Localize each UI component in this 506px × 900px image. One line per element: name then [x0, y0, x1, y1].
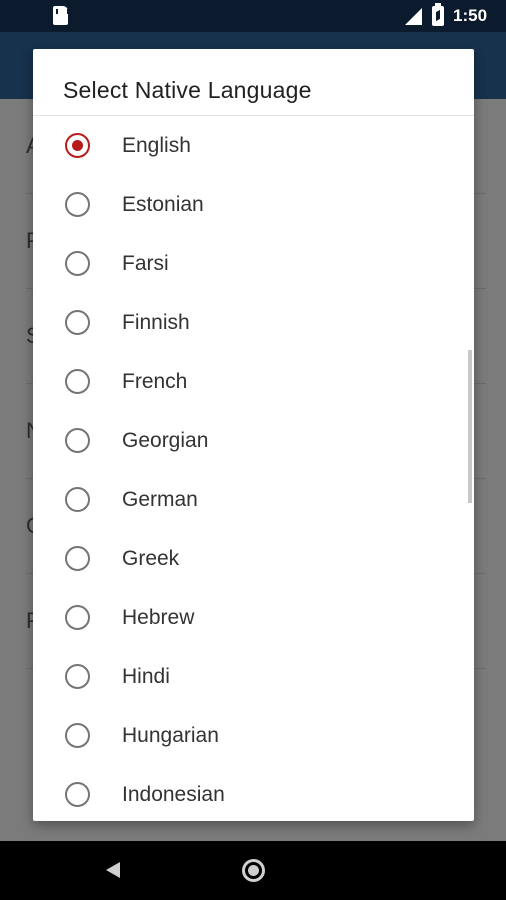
radio-unchecked-icon[interactable] [65, 428, 90, 453]
language-option-list[interactable]: English Estonian Farsi Finnish French Ge… [33, 116, 474, 821]
language-option-french[interactable]: French [33, 352, 474, 411]
option-label: Greek [122, 547, 180, 570]
status-time: 1:50 [453, 6, 488, 25]
option-label: Hungarian [122, 724, 219, 747]
navigation-bar [0, 841, 506, 900]
option-label: German [122, 488, 198, 511]
language-option-hungarian[interactable]: Hungarian [33, 706, 474, 765]
radio-unchecked-icon[interactable] [65, 192, 90, 217]
option-label: Estonian [122, 193, 204, 216]
radio-unchecked-icon[interactable] [65, 310, 90, 335]
radio-unchecked-icon[interactable] [65, 723, 90, 748]
option-label: English [122, 134, 191, 157]
language-option-farsi[interactable]: Farsi [33, 234, 474, 293]
back-icon[interactable] [106, 862, 120, 878]
battery-icon [432, 3, 444, 26]
home-icon[interactable] [242, 859, 265, 882]
option-label: French [122, 370, 188, 393]
sd-card-icon [53, 6, 69, 25]
language-option-english[interactable]: English [33, 116, 474, 175]
language-option-hebrew[interactable]: Hebrew [33, 588, 474, 647]
signal-icon [405, 8, 422, 25]
option-label: Finnish [122, 311, 190, 334]
scrollbar[interactable] [468, 350, 472, 503]
radio-unchecked-icon[interactable] [65, 782, 90, 807]
language-option-georgian[interactable]: Georgian [33, 411, 474, 470]
radio-unchecked-icon[interactable] [65, 664, 90, 689]
language-option-finnish[interactable]: Finnish [33, 293, 474, 352]
option-label: Georgian [122, 429, 209, 452]
radio-unchecked-icon[interactable] [65, 487, 90, 512]
dialog-title: Select Native Language [63, 77, 312, 103]
language-option-german[interactable]: German [33, 470, 474, 529]
language-option-hindi[interactable]: Hindi [33, 647, 474, 706]
radio-unchecked-icon[interactable] [65, 605, 90, 630]
option-label: Indonesian [122, 783, 225, 806]
language-option-indonesian[interactable]: Indonesian [33, 765, 474, 821]
radio-unchecked-icon[interactable] [65, 251, 90, 276]
radio-unchecked-icon[interactable] [65, 546, 90, 571]
radio-checked-icon[interactable] [65, 133, 90, 158]
option-label: Hebrew [122, 606, 195, 629]
language-option-estonian[interactable]: Estonian [33, 175, 474, 234]
language-dialog: Select Native Language English Estonian … [33, 49, 474, 821]
language-option-greek[interactable]: Greek [33, 529, 474, 588]
option-label: Hindi [122, 665, 170, 688]
option-label: Farsi [122, 252, 169, 275]
status-bar: 1:50 [0, 0, 506, 32]
radio-unchecked-icon[interactable] [65, 369, 90, 394]
